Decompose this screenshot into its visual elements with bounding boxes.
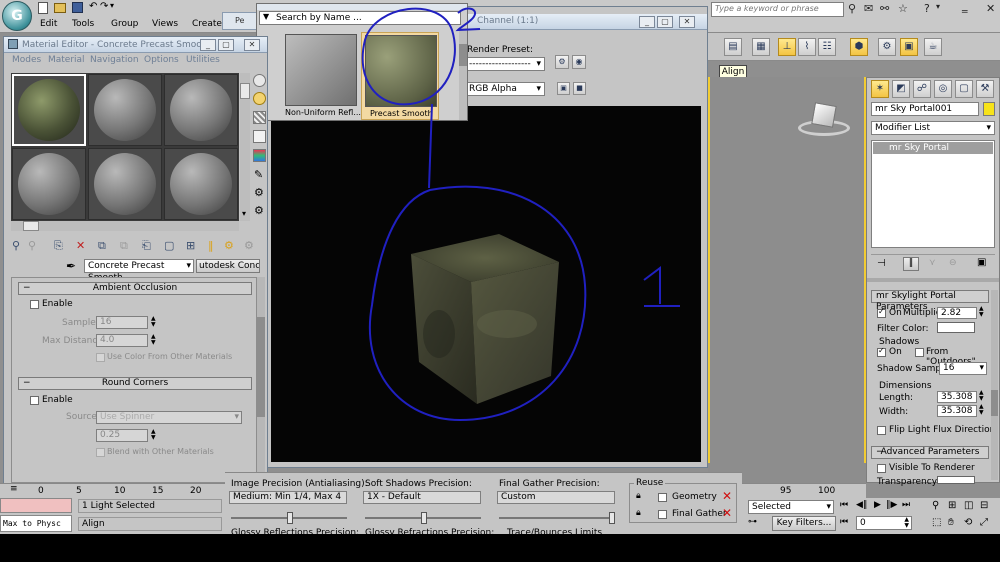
- prompt-line: Align: [78, 517, 222, 531]
- zoom-extents-all-icon[interactable]: ⊟: [980, 500, 988, 511]
- annotation-circle-2: [361, 7, 456, 106]
- final-gather-slider[interactable]: [499, 512, 615, 524]
- slider-thumb[interactable]: [421, 512, 427, 524]
- soft-shadows-label: Soft Shadows Precision:: [365, 479, 472, 489]
- image-precision-value: Medium: Min 1/4, Max 4: [229, 491, 347, 504]
- selection-status: 1 Light Selected: [78, 499, 222, 513]
- key-mode-icon[interactable]: ⏮: [840, 517, 848, 527]
- slider-thumb[interactable]: [609, 512, 615, 524]
- reuse-group: Reuse 🔒︎ Geometry ✕ 🔒︎ Final Gather ✕: [629, 478, 737, 523]
- current-frame-value: 0: [860, 518, 866, 528]
- chevron-down-icon: ▾: [826, 502, 831, 512]
- field-of-view-icon[interactable]: ⬚: [932, 517, 941, 528]
- zoom-all-icon[interactable]: ⊞: [948, 500, 956, 511]
- timeline-tick-15: 15: [152, 486, 164, 496]
- set-key-icon[interactable]: ⊶: [748, 517, 757, 527]
- status-bar: 1 Light Selected Max to Physc Align: [0, 498, 225, 534]
- maxscript-mini-listener[interactable]: [0, 498, 72, 513]
- final-gather-value: Custom: [497, 491, 615, 504]
- maxscript-input[interactable]: Max to Physc: [0, 515, 72, 532]
- lock-icon[interactable]: 🔒︎: [636, 491, 641, 501]
- soft-shadows-slider[interactable]: [365, 512, 481, 524]
- image-precision-label: Image Precision (Antialiasing):: [231, 479, 368, 489]
- timeline-tick-95: 95: [780, 486, 792, 496]
- timeline-tick-100: 100: [818, 486, 836, 496]
- geometry-label: Geometry: [672, 492, 717, 502]
- current-frame-field[interactable]: 0 ▲ ▼: [856, 516, 912, 530]
- final-gather-checkbox[interactable]: [658, 510, 667, 519]
- clear-geometry-icon[interactable]: ✕: [722, 489, 732, 503]
- image-precision-slider[interactable]: [231, 512, 347, 524]
- timeline[interactable]: 0 5 10 15 20 ≡: [0, 483, 225, 498]
- next-frame-icon[interactable]: ‖▶: [886, 500, 897, 510]
- render-settings-strip: Image Precision (Antialiasing): Medium: …: [225, 472, 742, 538]
- zoom-icon[interactable]: ⚲: [932, 500, 939, 511]
- go-to-end-icon[interactable]: ⏭: [902, 500, 910, 510]
- lock-icon[interactable]: 🔒︎: [636, 508, 641, 518]
- previous-frame-icon[interactable]: ◀‖: [856, 500, 867, 510]
- go-to-start-icon[interactable]: ⏮: [840, 500, 848, 510]
- play-icon[interactable]: ▶: [874, 500, 881, 510]
- annotation-circle-1: [368, 185, 587, 422]
- bottom-black-strip: [0, 534, 1000, 562]
- final-gather-reuse-label: Final Gather: [672, 509, 727, 519]
- playback-controls: ⏮ ◀‖ ▶ ‖▶ ⏭: [840, 500, 912, 514]
- reuse-label: Reuse: [634, 478, 666, 488]
- timeline-tick-0: 0: [38, 486, 44, 496]
- timeline-grip-icon[interactable]: ≡: [10, 484, 18, 494]
- pan-icon[interactable]: ✋︎: [948, 517, 954, 528]
- selected-value: Selected: [752, 502, 792, 512]
- annotation-leader-line: [428, 103, 433, 189]
- maximize-viewport-icon[interactable]: ⤢: [980, 517, 988, 528]
- final-gather-label: Final Gather Precision:: [499, 479, 600, 489]
- timeline-tick-20: 20: [190, 486, 202, 496]
- timeline-right[interactable]: 95 100: [742, 483, 866, 498]
- slider-thumb[interactable]: [287, 512, 293, 524]
- timeline-tick-10: 10: [114, 486, 126, 496]
- timeline-tick-5: 5: [76, 486, 82, 496]
- frame-spinner: ▲ ▼: [904, 516, 909, 529]
- selected-dropdown[interactable]: Selected ▾: [748, 500, 834, 514]
- clear-final-gather-icon[interactable]: ✕: [722, 506, 732, 520]
- annotation-digit-1: [643, 266, 680, 307]
- zoom-extents-icon[interactable]: ◫: [964, 500, 973, 511]
- annotation-digit-2: [455, 7, 481, 32]
- bottom-right-controls: Selected ▾ Key Filters... ⊶ ⏮ ◀‖ ▶ ‖▶ ⏭ …: [742, 498, 1000, 534]
- geometry-checkbox[interactable]: [658, 493, 667, 502]
- soft-shadows-value: 1X - Default: [363, 491, 481, 504]
- viewport-nav-controls: ⚲ ⊞ ◫ ⊟ ⬚ ✋︎ ⟲ ⤢: [932, 500, 998, 532]
- orbit-icon[interactable]: ⟲: [964, 517, 972, 528]
- key-filters-button[interactable]: Key Filters...: [772, 516, 836, 531]
